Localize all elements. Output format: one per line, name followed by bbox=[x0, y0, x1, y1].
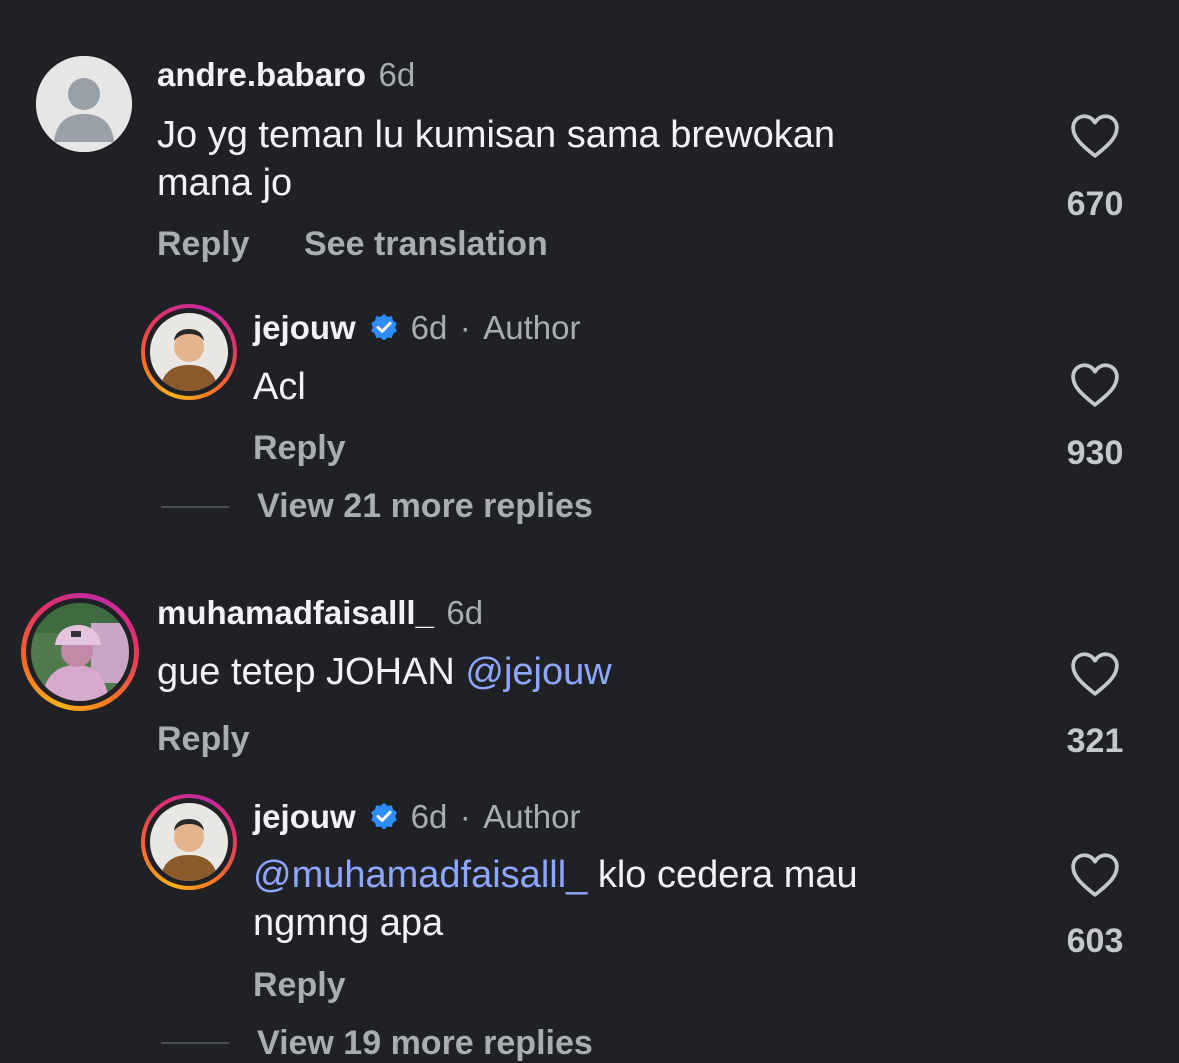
like-count: 930 bbox=[1066, 434, 1124, 472]
profile-photo bbox=[31, 603, 129, 701]
profile-photo bbox=[150, 803, 228, 881]
reply-button[interactable]: Reply bbox=[253, 966, 346, 1005]
username[interactable]: jejouw bbox=[253, 309, 356, 346]
comment-header: andre.babaro 6d bbox=[157, 56, 415, 94]
heart-outline-icon bbox=[1071, 363, 1119, 407]
profile-photo bbox=[150, 313, 228, 391]
author-label: Author bbox=[483, 309, 581, 346]
view-more-replies-button[interactable]: View 21 more replies bbox=[257, 487, 593, 526]
avatar bbox=[31, 603, 129, 701]
heart-outline-icon bbox=[1071, 114, 1119, 158]
like-button[interactable] bbox=[1070, 362, 1120, 413]
view-more-replies-button[interactable]: View 19 more replies bbox=[257, 1024, 593, 1063]
mention-link[interactable]: @jejouw bbox=[465, 651, 611, 693]
replies-divider-line bbox=[161, 506, 229, 508]
heart-outline-icon bbox=[1071, 853, 1119, 897]
avatar[interactable] bbox=[36, 56, 132, 152]
verified-badge-icon bbox=[371, 803, 397, 830]
timestamp: 6d bbox=[410, 309, 448, 346]
comment-header: jejouw 6d · Author bbox=[253, 309, 580, 347]
avatar-story-ring[interactable] bbox=[141, 794, 237, 890]
author-label: Author bbox=[483, 798, 581, 835]
comment-text: gue tetep JOHAN @jejouw bbox=[157, 648, 612, 696]
like-count: 670 bbox=[1066, 185, 1124, 223]
timestamp: 6d bbox=[410, 798, 448, 835]
separator-dot: · bbox=[459, 798, 471, 835]
comment-text-line: @muhamadfaisalll_ klo cedera mau bbox=[253, 851, 1013, 899]
reply-button[interactable]: Reply bbox=[157, 225, 250, 264]
avatar bbox=[150, 803, 228, 881]
verified-badge-icon bbox=[371, 314, 397, 341]
see-translation-button[interactable]: See translation bbox=[304, 225, 548, 264]
comment-text: Acl bbox=[253, 366, 306, 408]
comment-text-line: Jo yg teman lu kumisan sama brewokan bbox=[157, 114, 835, 156]
like-button[interactable] bbox=[1070, 651, 1120, 702]
username[interactable]: andre.babaro bbox=[157, 56, 366, 93]
comment-text: @muhamadfaisalll_ klo cedera mau ngmng a… bbox=[253, 851, 1013, 947]
comment-header: muhamadfaisalll_ 6d bbox=[157, 594, 483, 632]
separator-dot: · bbox=[459, 309, 471, 346]
comment-text-body: klo cedera mau bbox=[587, 854, 858, 896]
heart-outline-icon bbox=[1071, 652, 1119, 696]
like-button[interactable] bbox=[1070, 852, 1120, 903]
reply-button[interactable]: Reply bbox=[253, 429, 346, 468]
avatar-story-ring[interactable] bbox=[21, 593, 139, 711]
comment-text-line: ngmng apa bbox=[253, 902, 444, 944]
like-count: 603 bbox=[1066, 922, 1124, 960]
comment-text-line: mana jo bbox=[157, 162, 293, 204]
mention-link[interactable]: @muhamadfaisalll_ bbox=[253, 854, 587, 896]
avatar bbox=[150, 313, 228, 391]
default-avatar-icon bbox=[36, 56, 132, 152]
comment-text-body: gue tetep JOHAN bbox=[157, 651, 466, 693]
timestamp: 6d bbox=[446, 594, 484, 631]
like-count: 321 bbox=[1066, 722, 1124, 760]
comment-text: Jo yg teman lu kumisan sama brewokan man… bbox=[157, 111, 1017, 207]
username[interactable]: jejouw bbox=[253, 798, 356, 835]
timestamp: 6d bbox=[378, 56, 416, 93]
like-button[interactable] bbox=[1070, 113, 1120, 164]
username[interactable]: muhamadfaisalll_ bbox=[157, 594, 434, 631]
avatar-story-ring[interactable] bbox=[141, 304, 237, 400]
reply-button[interactable]: Reply bbox=[157, 720, 250, 759]
comment-header: jejouw 6d · Author bbox=[253, 798, 580, 836]
replies-divider-line bbox=[161, 1042, 229, 1044]
